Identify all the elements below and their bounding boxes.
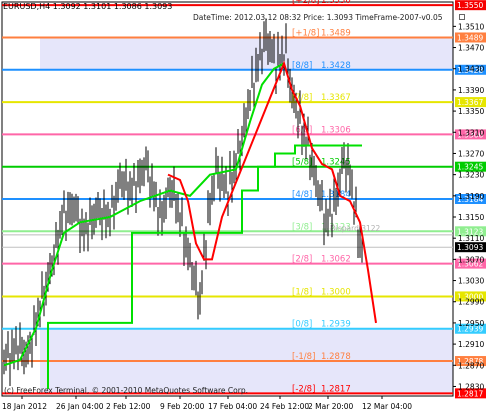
level-value: 1.3306 [321,125,351,135]
price-tick-label: 1.3030 [458,277,484,286]
price-tick-label: 1.3190 [458,192,484,201]
level-tag: [1/8] [292,287,312,297]
price-chart: [+2/8] 1.3550 1.3550[+1/8] 1.3489 1.3489[8/8… [1,0,486,411]
time-label: 2 Feb 12:00 [106,402,151,411]
level-tag: [+2/8] [292,0,319,6]
price-tick-label: 1.3390 [458,86,484,95]
level-value: 1.2939 [321,320,351,330]
time-label: 9 Feb 20:00 [160,402,205,411]
price-tick-label: 1.3350 [458,107,484,116]
level-value: 1.3000 [321,287,351,297]
time-label: 17 Feb 04:00 [208,402,257,411]
level-tag: [3/8] [292,222,312,232]
level-value: 1.3367 [321,93,351,103]
level-tag: [+1/8] [292,28,319,38]
level-price-label: 1.3489 [457,33,483,42]
price-tick-label: 1.3150 [458,213,484,222]
chart-window: [+2/8] 1.3550 1.3550 [+1/8] 1.3489 1.3489 [8/8… [0,0,489,412]
level-tag: [-2/8] [292,384,315,394]
time-label: 18 Jan 2012 [2,402,47,411]
indicator-info: DateTime: 2012.03.12 08:32 Price: 1.3093… [193,13,443,22]
level-tag: [8/8] [292,61,312,71]
level-value: 1.3428 [321,61,351,71]
price-tick-label: 1.3110 [458,234,484,243]
time-label: 26 Jan 04:00 [56,402,104,411]
price-tick-label: 1.2990 [458,298,484,307]
shade-area-top [40,37,453,70]
price-tick-label: 1.3270 [458,149,484,158]
price-tick-label: 1.2950 [458,319,484,328]
level-value: 1.2817 [321,384,351,394]
level-tag: [5/8] [292,158,312,168]
copyright-text: (c) FreeForex Terminal, © 2001-2010 Meta… [4,386,248,395]
price-tick-label: 1.3230 [458,171,484,180]
time-label: 2 Mar 20:00 [308,402,354,411]
level-tag: [2/8] [292,255,312,265]
level-price-label: 1.3550 [457,1,483,10]
price-tick-label: 1.2910 [458,340,484,349]
level-tag: [-1/8] [292,352,315,362]
level-value: 1.3550 [321,0,351,6]
price-tick-label: 1.3070 [458,255,484,264]
level-tag: [4/8] [292,190,312,200]
level-value: 1.2878 [321,352,351,362]
level-value: 1.3062 [321,255,351,265]
level-value: 1.3489 [321,28,351,38]
level-price-label: 1.3367 [457,98,483,107]
time-label: 12 Mar 04:00 [362,402,412,411]
dispard-label: Dispard 3122 [330,224,381,233]
window-corner-icon [459,14,465,20]
level-tag: [0/8] [292,320,312,330]
price-tick-label: 1.2870 [458,361,484,370]
price-tick-label: 1.3430 [458,65,484,74]
price-tick-label: 1.2830 [458,382,484,391]
current-price-label: 1.3093 [457,243,483,252]
time-label: 24 Feb 12:00 [260,402,309,411]
price-tick-label: 1.3510 [458,22,484,31]
symbol-info: EURUSD,H4 1.3092 1.3101 1.3086 1.3093 [3,2,173,11]
price-tick-label: 1.3310 [458,128,484,137]
price-tick-label: 1.3470 [458,44,484,53]
